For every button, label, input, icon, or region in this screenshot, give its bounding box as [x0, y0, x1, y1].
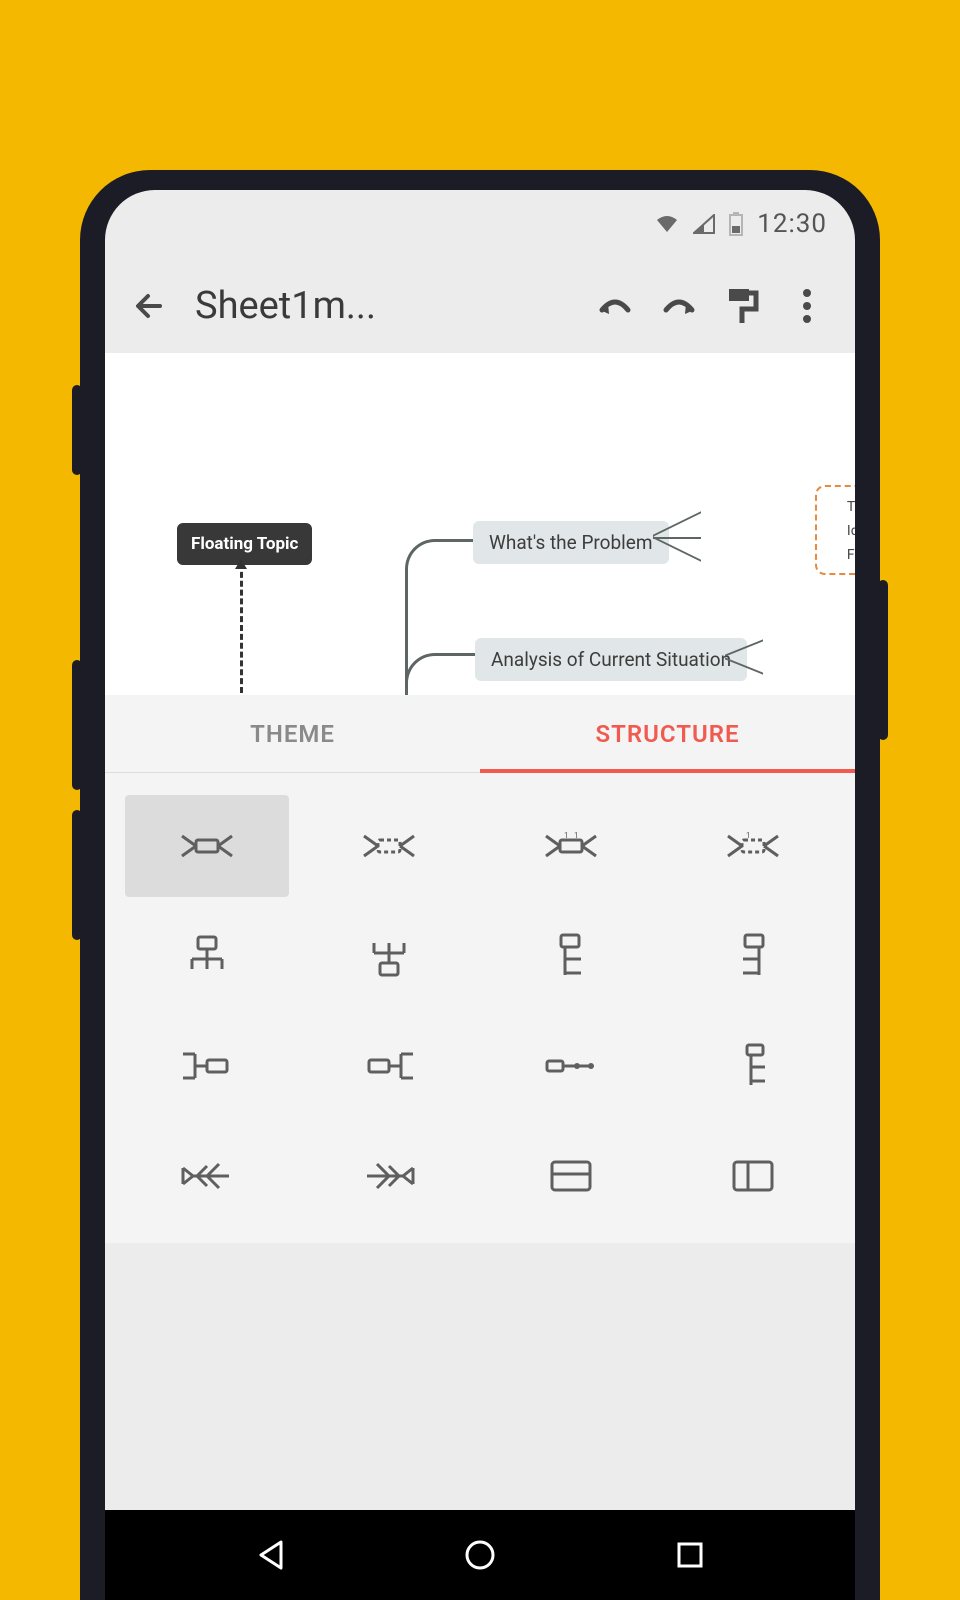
- structure-logic-right[interactable]: [125, 1015, 289, 1117]
- format-tabs: THEME STRUCTURE: [105, 695, 855, 773]
- structure-org-up[interactable]: [307, 905, 471, 1007]
- undo-button[interactable]: [587, 292, 643, 320]
- battery-icon: [729, 212, 743, 236]
- tab-structure[interactable]: STRUCTURE: [480, 695, 855, 772]
- phone-side-button: [72, 810, 82, 940]
- structure-fishbone-right[interactable]: [307, 1125, 471, 1227]
- structure-timeline-horizontal[interactable]: [489, 1015, 653, 1117]
- structure-map-clockwise[interactable]: [307, 795, 471, 897]
- structure-map-balanced[interactable]: [125, 795, 289, 897]
- screen: 12:30 Sheet1m... Floating Topic: [105, 190, 855, 1600]
- subtopic-item[interactable]: Fi: [847, 543, 855, 567]
- structure-tree-right-down[interactable]: [489, 905, 653, 1007]
- mindmap-canvas[interactable]: Floating Topic What's the Problem Th Id …: [105, 353, 855, 695]
- status-bar: 12:30: [105, 190, 855, 258]
- phone-side-button: [72, 385, 82, 475]
- branch-connector: [653, 537, 701, 539]
- structure-options-grid: 11 1: [105, 773, 855, 1243]
- subtopic-item[interactable]: Id: [847, 519, 855, 543]
- status-time: 12:30: [757, 209, 827, 239]
- wifi-icon: [655, 214, 679, 234]
- subtopic-item[interactable]: Th: [847, 495, 855, 519]
- app-bar: Sheet1m...: [105, 258, 855, 353]
- relationship-line: [240, 563, 243, 693]
- structure-org-down[interactable]: [125, 905, 289, 1007]
- navigation-bar: [105, 1510, 855, 1600]
- svg-text:1: 1: [746, 831, 751, 840]
- structure-matrix-row[interactable]: [489, 1125, 653, 1227]
- nav-home-button[interactable]: [450, 1525, 510, 1585]
- branch-connector: [405, 653, 477, 695]
- phone-side-button: [72, 660, 82, 790]
- structure-tree-left-down[interactable]: [671, 905, 835, 1007]
- structure-logic-left[interactable]: [307, 1015, 471, 1117]
- svg-text:1: 1: [574, 831, 579, 840]
- back-button[interactable]: [125, 288, 175, 324]
- format-button[interactable]: [715, 287, 771, 325]
- redo-button[interactable]: [651, 292, 707, 320]
- document-title[interactable]: Sheet1m...: [195, 284, 579, 328]
- structure-timeline-vertical[interactable]: [671, 1015, 835, 1117]
- structure-fishbone-left[interactable]: [125, 1125, 289, 1227]
- nav-back-button[interactable]: [240, 1525, 300, 1585]
- subtopic-list[interactable]: Th Id Fi: [847, 495, 855, 567]
- arrow-up-icon: [235, 559, 247, 569]
- phone-frame: 12:30 Sheet1m... Floating Topic: [80, 170, 880, 1600]
- phone-side-button: [878, 580, 888, 740]
- cell-signal-icon: [693, 214, 715, 234]
- structure-map-anticlockwise[interactable]: 11: [489, 795, 653, 897]
- svg-text:1: 1: [564, 831, 569, 840]
- topic-node-analysis[interactable]: Analysis of Current Situation: [475, 638, 747, 681]
- more-options-button[interactable]: [779, 288, 835, 324]
- tab-theme[interactable]: THEME: [105, 695, 480, 772]
- nav-recent-button[interactable]: [660, 1525, 720, 1585]
- topic-node-problem[interactable]: What's the Problem: [473, 521, 669, 564]
- structure-matrix-column[interactable]: [671, 1125, 835, 1227]
- structure-map-free[interactable]: 1: [671, 795, 835, 897]
- branch-connector: [725, 643, 765, 673]
